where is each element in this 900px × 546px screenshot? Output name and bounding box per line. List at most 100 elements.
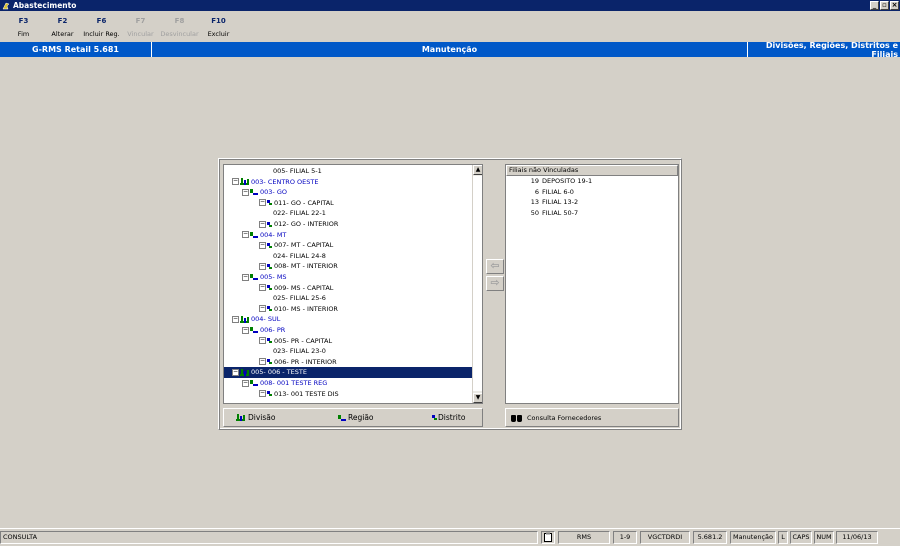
district-icon [267, 263, 272, 269]
scroll-down-button[interactable]: ▼ [473, 393, 482, 403]
tree-item-label: 006- PR [260, 326, 286, 334]
expand-toggle-icon[interactable]: − [232, 368, 239, 376]
legend-divisao: Divisão [236, 413, 275, 422]
list-item[interactable]: 50 FILIAL 50-7 [506, 208, 678, 219]
scroll-thumb[interactable] [473, 176, 482, 391]
button-label: Excluir [207, 30, 230, 38]
unlinked-branches-list[interactable]: Filiais não Vinculadas 19 DEPOSITO 19-1 6 F… [505, 164, 679, 404]
status-program: VGCTDRDI [640, 531, 690, 544]
tree-item-label: 005- FILIAL 5-1 [273, 167, 322, 175]
district-icon [267, 338, 272, 344]
expand-toggle-icon[interactable]: − [242, 273, 249, 281]
expand-toggle-icon[interactable]: − [259, 358, 266, 366]
scroll-up-button[interactable]: ▲ [473, 165, 482, 175]
tree-item-filial[interactable]: 025- FILIAL 25-6 [224, 293, 473, 304]
tree-item-label: 023- FILIAL 23-0 [273, 347, 326, 356]
expand-toggle-icon[interactable]: − [242, 188, 249, 196]
tree-item-distrito[interactable]: −006- PR - INTERIOR [224, 357, 473, 368]
maximize-button[interactable]: ▫ [880, 1, 889, 10]
district-icon [267, 306, 272, 312]
toolbar-button-fim[interactable]: F3 Fim [4, 11, 43, 41]
district-icon [267, 200, 272, 206]
tree-item-label: 008- 001 TESTE REG [260, 379, 328, 387]
tree-item-divisao[interactable]: − 005- 006 - TESTE [224, 367, 473, 378]
expand-toggle-icon[interactable]: − [242, 326, 249, 334]
tree-item-label: 009- MS - CAPITAL [274, 283, 334, 292]
branch-name: FILIAL 6-0 [542, 187, 574, 196]
district-icon [267, 391, 272, 397]
branch-code: 6 [534, 187, 539, 196]
district-icon [267, 359, 272, 365]
unlink-arrow-button[interactable]: ⇦ [486, 259, 504, 274]
toolbar-button-desvincular[interactable]: F8 Desvincular [160, 11, 199, 41]
tree-item-divisao[interactable]: − 004- SUL [224, 314, 473, 325]
toolbar-button-excluir[interactable]: F10 Excluir [199, 11, 238, 41]
tree-item-distrito[interactable]: −010- MS - INTERIOR [224, 304, 473, 315]
tree-item-divisao[interactable]: − 003- CENTRO OESTE [224, 177, 473, 188]
toolbar-button-incluir-reg[interactable]: F6 Incluir Reg. [82, 11, 121, 41]
tree-item-distrito[interactable]: −009- MS - CAPITAL [224, 283, 473, 294]
legend-label: Distrito [438, 413, 466, 422]
toolbar-button-vincular[interactable]: F7 Vincular [121, 11, 160, 41]
toolbar-button-alterar[interactable]: F2 Alterar [43, 11, 82, 41]
tree-item-regiao[interactable]: − 003- GO [224, 187, 473, 198]
expand-toggle-icon[interactable]: − [259, 262, 266, 270]
expand-toggle-icon[interactable]: − [259, 199, 266, 207]
list-item[interactable]: 19 DEPOSITO 19-1 [506, 176, 678, 187]
tree-item-distrito[interactable]: −013- 001 TESTE DIS [224, 389, 473, 400]
tree-scrollbar[interactable]: ▲ ▼ [472, 165, 482, 403]
expand-toggle-icon[interactable]: − [259, 337, 266, 345]
expand-toggle-icon[interactable]: − [259, 305, 266, 313]
key-label: F8 [174, 17, 185, 25]
expand-toggle-icon[interactable]: − [259, 220, 266, 228]
status-mode: CONSULTA [0, 531, 538, 544]
tree-item-regiao[interactable]: − 008- 001 TESTE REG [224, 378, 473, 389]
tree-item-distrito[interactable]: −011- GO - CAPITAL [224, 198, 473, 209]
tree-item-label: 012- GO - INTERIOR [274, 220, 339, 228]
expand-toggle-icon[interactable]: − [259, 284, 266, 292]
hierarchy-tree[interactable]: 005- FILIAL 5-1 −003- CENTRO OESTE −003- G… [223, 164, 483, 404]
expand-toggle-icon[interactable]: − [259, 390, 266, 398]
close-button[interactable]: × [890, 1, 899, 10]
clipboard-icon [541, 531, 555, 544]
tree-item-filial[interactable]: 005- FILIAL 5-1 [224, 166, 473, 177]
tree-item-regiao[interactable]: − 006- PR [224, 325, 473, 336]
tree-item-filial[interactable]: 023- FILIAL 23-0 [224, 346, 473, 357]
minimize-button[interactable]: _ [870, 1, 879, 10]
region-icon [250, 327, 258, 333]
tree-item-regiao[interactable]: − 004- MT [224, 230, 473, 241]
tree-item-filial[interactable]: 022- FILIAL 22-1 [224, 208, 473, 219]
tree-item-label: 005- PR - CAPITAL [274, 336, 333, 345]
expand-toggle-icon[interactable]: − [242, 379, 249, 387]
status-date: 11/06/13 [836, 531, 878, 544]
key-label: F3 [18, 17, 29, 25]
expand-toggle-icon[interactable]: − [232, 178, 239, 186]
tree-item-label: 008- MT - INTERIOR [274, 262, 338, 271]
list-item[interactable]: 6 FILIAL 6-0 [506, 187, 678, 198]
tree-item-distrito[interactable]: −008- MT - INTERIOR [224, 261, 473, 272]
tree-item-distrito[interactable]: −012- GO - INTERIOR [224, 219, 473, 230]
tree-item-regiao[interactable]: − 005- MS [224, 272, 473, 283]
app-version: G-RMS Retail 5.681 [0, 42, 152, 57]
branch-code: 19 [530, 177, 539, 185]
expand-toggle-icon[interactable]: − [232, 315, 239, 323]
region-icon [250, 231, 258, 238]
status-range: 1-9 [613, 531, 637, 544]
expand-toggle-icon[interactable]: − [259, 241, 266, 249]
tree-item-distrito[interactable]: −005- PR - CAPITAL [224, 336, 473, 347]
tree-item-label: 007- MT - CAPITAL [274, 241, 334, 250]
tree-item-label: 025- FILIAL 25-6 [273, 294, 326, 303]
tree-item-filial[interactable]: 024- FILIAL 24-8 [224, 251, 473, 262]
screen-title: Divisões, Regiões, Distritos e Filiais [765, 40, 898, 59]
expand-toggle-icon[interactable]: − [242, 231, 249, 239]
list-item[interactable]: 13 FILIAL 13-2 [506, 197, 678, 208]
legend-distrito: Distrito [432, 413, 465, 422]
link-arrow-button[interactable]: ⇨ [486, 276, 504, 291]
branch-name: FILIAL 13-2 [542, 198, 579, 207]
district-icon [267, 221, 272, 227]
function-key-toolbar: F3 Fim F2 Alterar F6 Incluir Reg. F7 Vin… [0, 11, 900, 41]
status-caps: CAPS [790, 531, 812, 544]
tree-item-distrito[interactable]: −007- MT - CAPITAL [224, 240, 473, 251]
screen-header: G-RMS Retail 5.681 Manutenção Divisões, … [0, 40, 900, 59]
consulta-fornecedores-button[interactable]: Consulta Fornecedores [505, 408, 679, 427]
